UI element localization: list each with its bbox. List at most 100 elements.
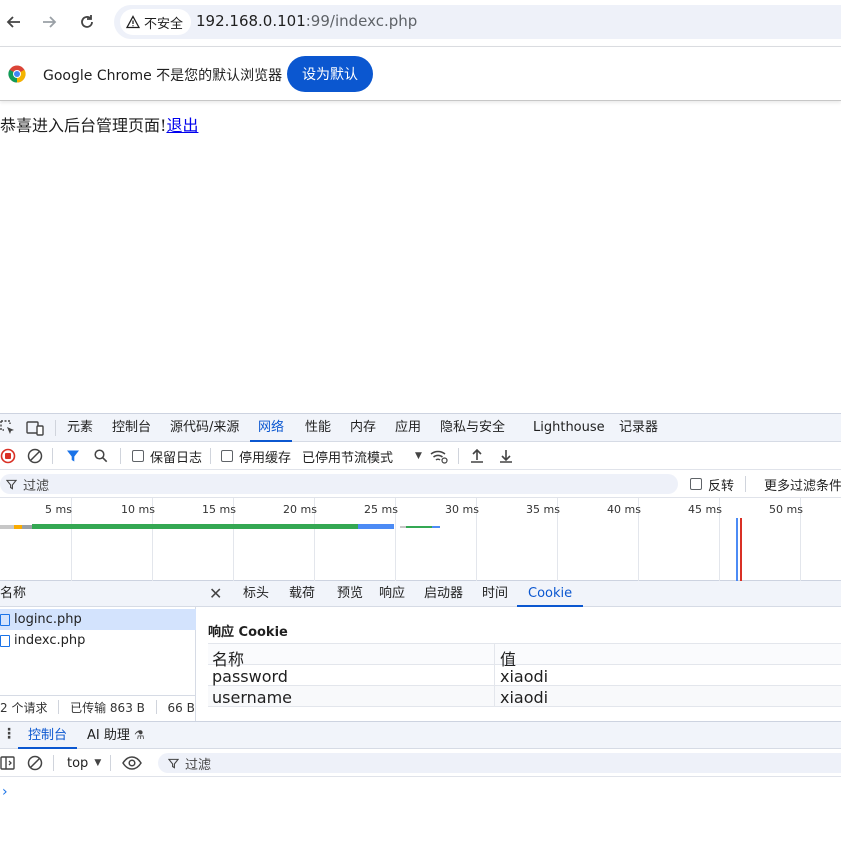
- timeline-tick-label: 35 ms: [526, 503, 560, 516]
- cookie-value: xiaodi: [500, 667, 549, 686]
- disable-cache-checkbox[interactable]: 停用缓存: [221, 442, 291, 470]
- export-har-icon[interactable]: [498, 448, 514, 464]
- inspect-element-icon[interactable]: [0, 420, 16, 436]
- cookie-name: password: [212, 667, 288, 686]
- toolbar-separator: [120, 448, 121, 464]
- request-bar-waiting: [406, 526, 432, 528]
- request-bar-queue: [0, 525, 14, 529]
- device-toolbar-icon[interactable]: [26, 420, 44, 436]
- console-filter-input[interactable]: 过滤: [158, 753, 841, 773]
- close-icon[interactable]: ✕: [209, 584, 222, 603]
- detail-tab-initiator[interactable]: 启动器: [424, 581, 463, 607]
- reload-button[interactable]: [73, 8, 101, 36]
- cookie-table-header: 名称 值: [208, 644, 841, 669]
- eye-icon[interactable]: [122, 755, 142, 771]
- reload-icon: [81, 15, 93, 28]
- cookie-row[interactable]: username xiaodi: [208, 686, 841, 707]
- drawer-tab-ai-assistant[interactable]: AI 助理 ⚗: [87, 722, 145, 749]
- tab-recorder[interactable]: 记录器: [619, 414, 658, 442]
- request-detail-pane: ✕ 标头 载荷 预览 响应 启动器 时间 Cookie 响应 Cookie 名称…: [196, 581, 841, 721]
- clear-console-icon[interactable]: [27, 755, 43, 771]
- request-list: 名称 loginc.php indexc.php 2 个请求 已传输 863 B…: [0, 581, 196, 721]
- dropdown-arrow-icon: ▼: [415, 451, 422, 461]
- forward-button[interactable]: [35, 8, 63, 36]
- tab-privacy-security[interactable]: 隐私与安全: [440, 414, 505, 442]
- search-icon[interactable]: [94, 449, 108, 463]
- clear-icon[interactable]: [27, 448, 43, 464]
- url-path: :99/indexc.php: [305, 12, 418, 30]
- detail-tab-timing[interactable]: 时间: [482, 581, 508, 607]
- back-button[interactable]: [0, 8, 28, 36]
- timeline-tick-label: 50 ms: [769, 503, 803, 516]
- detail-tab-response[interactable]: 响应: [379, 581, 405, 607]
- timeline-tick-label: 5 ms: [45, 503, 72, 516]
- detail-tab-bar: ✕ 标头 载荷 预览 响应 启动器 时间 Cookie: [196, 581, 841, 607]
- tab-sources[interactable]: 源代码/来源: [170, 414, 239, 442]
- drawer-tab-bar: ⋮ 控制台 AI 助理 ⚗: [0, 722, 841, 749]
- security-chip[interactable]: 不安全: [120, 9, 192, 35]
- more-filters-button[interactable]: 更多过滤条件: [764, 470, 841, 498]
- cookie-name: username: [212, 688, 292, 707]
- experiment-flask-icon: ⚗: [134, 728, 145, 742]
- toolbar-separator: [210, 448, 211, 464]
- address-bar[interactable]: 不安全 192.168.0.101:99/indexc.php: [114, 5, 841, 39]
- toolbar-separator: [110, 755, 111, 771]
- column-divider: [494, 665, 495, 686]
- tab-application[interactable]: 应用: [395, 414, 421, 442]
- load-event-marker: [740, 518, 742, 581]
- column-divider: [494, 686, 495, 707]
- timeline-tick-label: 15 ms: [202, 503, 236, 516]
- logout-link[interactable]: 退出: [166, 116, 198, 135]
- record-stop-icon[interactable]: [0, 448, 16, 464]
- filter-funnel-icon[interactable]: [66, 449, 80, 463]
- toolbar-separator: [52, 448, 53, 464]
- network-filter-input[interactable]: 过滤: [0, 474, 678, 494]
- preserve-log-checkbox[interactable]: 保留日志: [132, 442, 202, 470]
- sidebar-toggle-icon[interactable]: [0, 755, 16, 771]
- detail-tab-preview[interactable]: 预览: [337, 581, 363, 607]
- request-row-loginc[interactable]: loginc.php: [0, 609, 196, 630]
- url-host: 192.168.0.101: [196, 12, 306, 30]
- invert-label: 反转: [708, 478, 735, 494]
- tab-performance[interactable]: 性能: [305, 414, 331, 442]
- tab-network[interactable]: 网络: [250, 414, 293, 442]
- default-browser-infobar: Google Chrome 不是您的默认浏览器 设为默认: [0, 46, 841, 101]
- tab-console[interactable]: 控制台: [112, 414, 151, 442]
- invert-checkbox[interactable]: 反转: [690, 470, 734, 498]
- page-content: 恭喜进入后台管理页面!退出: [0, 104, 841, 412]
- detail-tab-cookies[interactable]: Cookie: [517, 581, 584, 607]
- timeline-tick-label: 30 ms: [445, 503, 479, 516]
- url-text[interactable]: 192.168.0.101:99/indexc.php: [196, 12, 417, 30]
- request-list-header[interactable]: 名称: [0, 581, 196, 607]
- detail-tab-payload[interactable]: 载荷: [289, 581, 315, 607]
- status-separator: [58, 700, 60, 714]
- column-divider: [494, 644, 495, 665]
- network-toolbar: 保留日志 停用缓存 已停用节流模式 ▼: [0, 442, 841, 470]
- filter-icon: [168, 758, 179, 769]
- console-prompt[interactable]: ›: [2, 784, 8, 800]
- tab-memory[interactable]: 内存: [350, 414, 376, 442]
- timeline-tick-label: 40 ms: [607, 503, 641, 516]
- network-conditions-icon[interactable]: [430, 448, 448, 464]
- request-name: indexc.php: [14, 633, 86, 648]
- import-har-icon[interactable]: [469, 448, 485, 464]
- tab-elements[interactable]: 元素: [67, 414, 93, 442]
- drawer-menu-icon[interactable]: ⋮: [2, 726, 16, 742]
- status-separator: [155, 700, 157, 714]
- transferred-size: 已传输 863 B: [70, 701, 145, 715]
- throttling-select[interactable]: 已停用节流模式 ▼: [302, 442, 422, 470]
- set-default-button[interactable]: 设为默认: [287, 56, 373, 92]
- request-bar-download: [432, 526, 440, 528]
- drawer-tab-console[interactable]: 控制台: [18, 722, 78, 749]
- devtools-tab-bar: 元素 控制台 源代码/来源 网络 性能 内存 应用 隐私与安全 Lighthou…: [0, 414, 841, 442]
- checkbox-box: [221, 450, 233, 462]
- context-selector[interactable]: top ▼: [67, 749, 101, 777]
- request-row-indexc[interactable]: indexc.php: [0, 630, 196, 651]
- toolbar-separator: [745, 476, 746, 492]
- cookie-row[interactable]: password xiaodi: [208, 665, 841, 686]
- timeline-tick-label: 10 ms: [121, 503, 155, 516]
- ai-assistant-label: AI 助理: [87, 728, 130, 743]
- chrome-logo-icon: [8, 65, 26, 83]
- tab-lighthouse[interactable]: Lighthouse: [533, 414, 605, 442]
- detail-tab-headers[interactable]: 标头: [243, 581, 269, 607]
